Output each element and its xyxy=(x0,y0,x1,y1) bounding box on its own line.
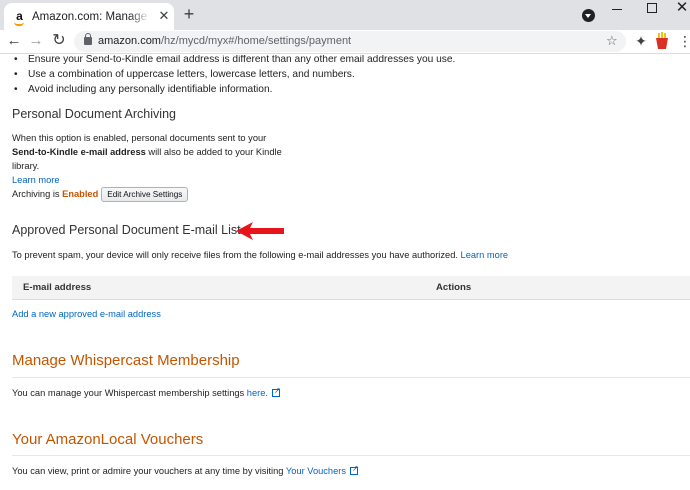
tab-title: Amazon.com: Manage Your Content and Devi… xyxy=(32,11,150,23)
url-text: amazon.com/hz/mycd/myx#/home/settings/pa… xyxy=(98,34,351,49)
archiving-text-bold: Send-to-Kindle e-mail address xyxy=(12,147,146,157)
bookmark-star-icon[interactable]: ☆ xyxy=(606,33,618,49)
add-approved-email-link-row: Add a new approved e-mail address xyxy=(12,307,161,321)
url-host: amazon.com xyxy=(98,35,161,47)
approved-list-text: To prevent spam, your device will only r… xyxy=(12,250,458,260)
vouchers-text: You can view, print or admire your vouch… xyxy=(12,466,286,476)
external-link-icon xyxy=(350,464,359,475)
tab-strip: a Amazon.com: Manage Your Content and De… xyxy=(0,0,690,30)
url-path: /hz/mycd/myx#/home/settings/payment xyxy=(160,35,352,47)
archiving-learn-more-link[interactable]: Learn more xyxy=(12,175,60,185)
forward-arrow-icon[interactable]: → xyxy=(27,32,45,50)
vouchers-heading: Your AmazonLocal Vouchers xyxy=(12,431,204,448)
new-tab-button[interactable]: + xyxy=(180,5,198,23)
tab-close-icon[interactable]: ✕ xyxy=(157,9,171,23)
close-window-icon[interactable]: ✕ xyxy=(674,0,690,17)
browser-toolbar: ← → ↻ amazon.com/hz/mycd/myx#/home/setti… xyxy=(0,30,690,54)
archiving-status-label: Archiving is xyxy=(12,189,63,199)
whispercast-text: You can manage your Whispercast membersh… xyxy=(12,388,247,398)
your-vouchers-link[interactable]: Your Vouchers xyxy=(286,466,346,476)
approved-email-table-header: E-mail address Actions xyxy=(12,276,690,300)
archiving-description: When this option is enabled, personal do… xyxy=(12,131,302,203)
browser-menu-icon[interactable]: ⋮ xyxy=(678,32,690,50)
address-bar[interactable]: amazon.com/hz/mycd/myx#/home/settings/pa… xyxy=(74,31,626,52)
list-item: Avoid including any personally identifia… xyxy=(12,82,455,97)
approved-list-learn-more-link[interactable]: Learn more xyxy=(461,250,509,260)
vouchers-description: You can view, print or admire your vouch… xyxy=(12,464,359,478)
approved-list-heading: Approved Personal Document E-mail List xyxy=(12,223,241,237)
approved-list-description: To prevent spam, your device will only r… xyxy=(12,248,682,262)
red-arrow-annotation-icon xyxy=(236,222,284,240)
archiving-text-1: When this option is enabled, personal do… xyxy=(12,133,267,143)
page-content: Ensure your Send-to-Kindle email address… xyxy=(0,55,690,490)
maximize-window-icon[interactable] xyxy=(647,3,657,13)
add-approved-email-link[interactable]: Add a new approved e-mail address xyxy=(12,309,161,319)
whispercast-description: You can manage your Whispercast membersh… xyxy=(12,386,281,400)
browser-tab[interactable]: a Amazon.com: Manage Your Content and De… xyxy=(4,3,174,30)
section-divider xyxy=(12,377,690,378)
column-header-actions: Actions xyxy=(436,282,472,293)
archiving-text-3: library. xyxy=(12,161,40,171)
whispercast-heading: Manage Whispercast Membership xyxy=(12,352,240,369)
amazon-favicon-icon: a xyxy=(13,10,26,26)
back-arrow-icon[interactable]: ← xyxy=(5,32,23,50)
tab-search-icon[interactable] xyxy=(582,9,595,22)
fries-extension-icon[interactable] xyxy=(655,32,669,49)
column-header-email: E-mail address xyxy=(23,282,92,293)
extensions-puzzle-icon[interactable]: ✦ xyxy=(633,33,649,49)
reload-icon[interactable]: ↻ xyxy=(50,32,68,50)
list-item: Use a combination of uppercase letters, … xyxy=(12,67,455,82)
external-link-icon xyxy=(271,386,281,397)
lock-icon xyxy=(84,33,92,45)
archiving-status-value: Enabled xyxy=(62,189,99,199)
archiving-heading: Personal Document Archiving xyxy=(12,107,176,121)
list-item: Ensure your Send-to-Kindle email address… xyxy=(12,55,455,67)
section-divider xyxy=(12,455,690,456)
whispercast-here-link[interactable]: here. xyxy=(247,388,268,398)
edit-archive-settings-button[interactable]: Edit Archive Settings xyxy=(101,187,189,203)
minimize-window-icon[interactable] xyxy=(612,9,622,10)
archiving-text-2: will also be added to your Kindle xyxy=(145,147,282,157)
email-guidelines-list: Ensure your Send-to-Kindle email address… xyxy=(12,55,455,97)
